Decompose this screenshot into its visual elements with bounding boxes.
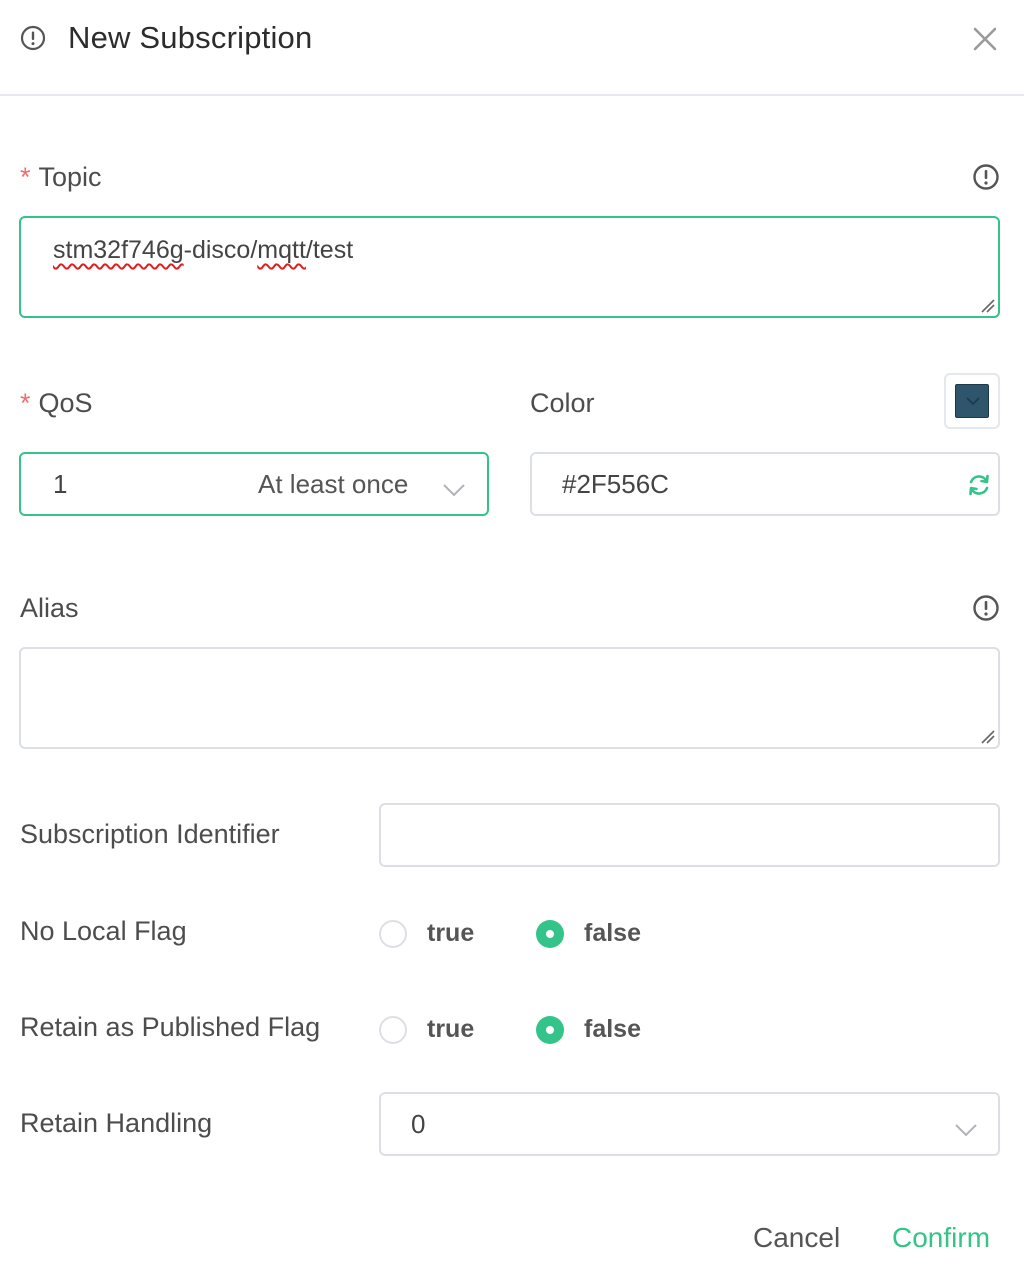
alias-input[interactable] <box>19 647 1000 749</box>
qos-label: * QoS <box>20 388 93 418</box>
dialog-title: New Subscription <box>68 20 313 55</box>
color-input[interactable]: #2F556C <box>530 452 1000 516</box>
required-mark: * <box>20 388 31 418</box>
retain-handling-select[interactable]: 0 <box>379 1092 1000 1156</box>
info-circle-icon <box>20 25 46 51</box>
color-value: #2F556C <box>562 469 669 499</box>
qos-select[interactable]: 1 At least once <box>19 452 489 516</box>
required-mark: * <box>20 162 31 192</box>
subscription-identifier-label: Subscription Identifier <box>20 819 280 849</box>
cancel-button[interactable]: Cancel <box>753 1222 840 1254</box>
info-circle-icon[interactable] <box>972 594 1000 622</box>
qos-description: At least once <box>258 469 409 499</box>
qos-value: 1 <box>53 469 68 499</box>
refresh-icon[interactable] <box>966 472 992 498</box>
new-subscription-dialog: New Subscription * Topic stm32f746g-disco… <box>0 0 1024 1276</box>
color-label: Color <box>530 388 595 418</box>
resize-handle-icon[interactable] <box>978 296 996 314</box>
topic-value: stm32f746g-disco/mqtt/test <box>53 236 354 264</box>
color-swatch <box>955 384 989 418</box>
color-picker-button[interactable] <box>944 373 1000 429</box>
no-local-flag-true-label[interactable]: true <box>427 919 474 948</box>
alias-label: Alias <box>20 593 79 623</box>
confirm-button[interactable]: Confirm <box>892 1222 990 1254</box>
chevron-down-icon <box>966 397 980 406</box>
chevron-down-icon <box>443 484 465 497</box>
retain-handling-value: 0 <box>411 1109 426 1139</box>
no-local-flag-false-radio[interactable] <box>536 920 564 948</box>
chevron-down-icon <box>955 1124 977 1137</box>
retain-as-published-flag-label: Retain as Published Flag <box>20 1012 321 1042</box>
retain-as-published-true-radio[interactable] <box>379 1016 407 1044</box>
retain-as-published-false-label[interactable]: false <box>584 1015 641 1044</box>
dialog-header: New Subscription <box>0 0 1024 96</box>
subscription-identifier-input[interactable] <box>379 803 1000 867</box>
topic-input[interactable]: stm32f746g-disco/mqtt/test <box>19 216 1000 318</box>
no-local-flag-true-radio[interactable] <box>379 920 407 948</box>
close-icon[interactable] <box>968 22 1002 56</box>
retain-as-published-false-radio[interactable] <box>536 1016 564 1044</box>
resize-handle-icon[interactable] <box>978 727 996 745</box>
no-local-flag-false-label[interactable]: false <box>584 919 641 948</box>
retain-handling-label: Retain Handling <box>20 1108 213 1138</box>
info-circle-icon[interactable] <box>972 163 1000 191</box>
topic-label: * Topic <box>20 162 102 192</box>
no-local-flag-label: No Local Flag <box>20 916 187 946</box>
retain-as-published-true-label[interactable]: true <box>427 1015 474 1044</box>
